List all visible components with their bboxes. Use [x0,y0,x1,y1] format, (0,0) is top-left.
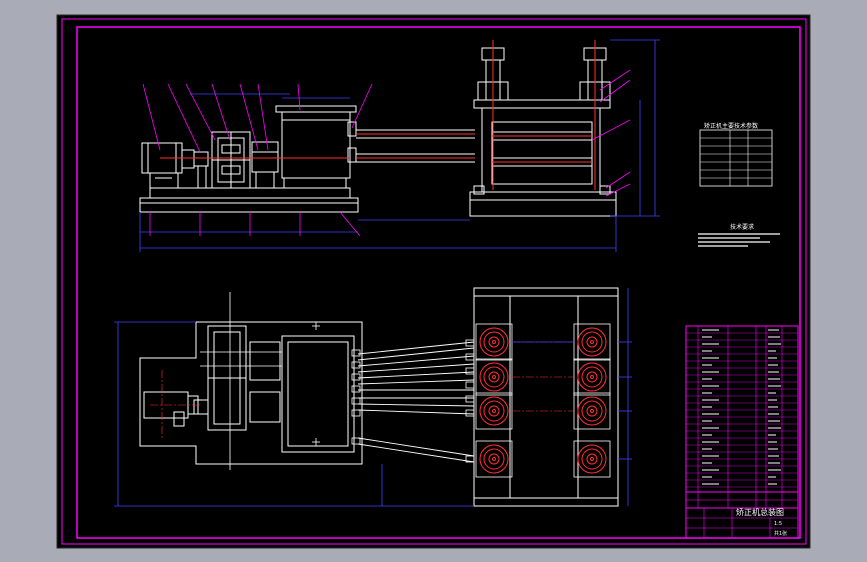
drawing-sheet-count: 共1张 [774,530,787,537]
drawing-sheet [56,14,811,549]
drawing-scale: 1:5 [774,521,782,527]
tech-requirements-heading: 技术要求 [730,223,754,231]
gearbox-icon [211,131,251,189]
tech-params-heading: 矫正机主要技术参数 [704,122,758,130]
drawing-title: 矫正机总装图 [736,507,784,517]
cad-drawing-viewport[interactable]: 矫正机主要技术参数 技术要求 矫正机总装图 1:5 共1张 [0,0,867,562]
